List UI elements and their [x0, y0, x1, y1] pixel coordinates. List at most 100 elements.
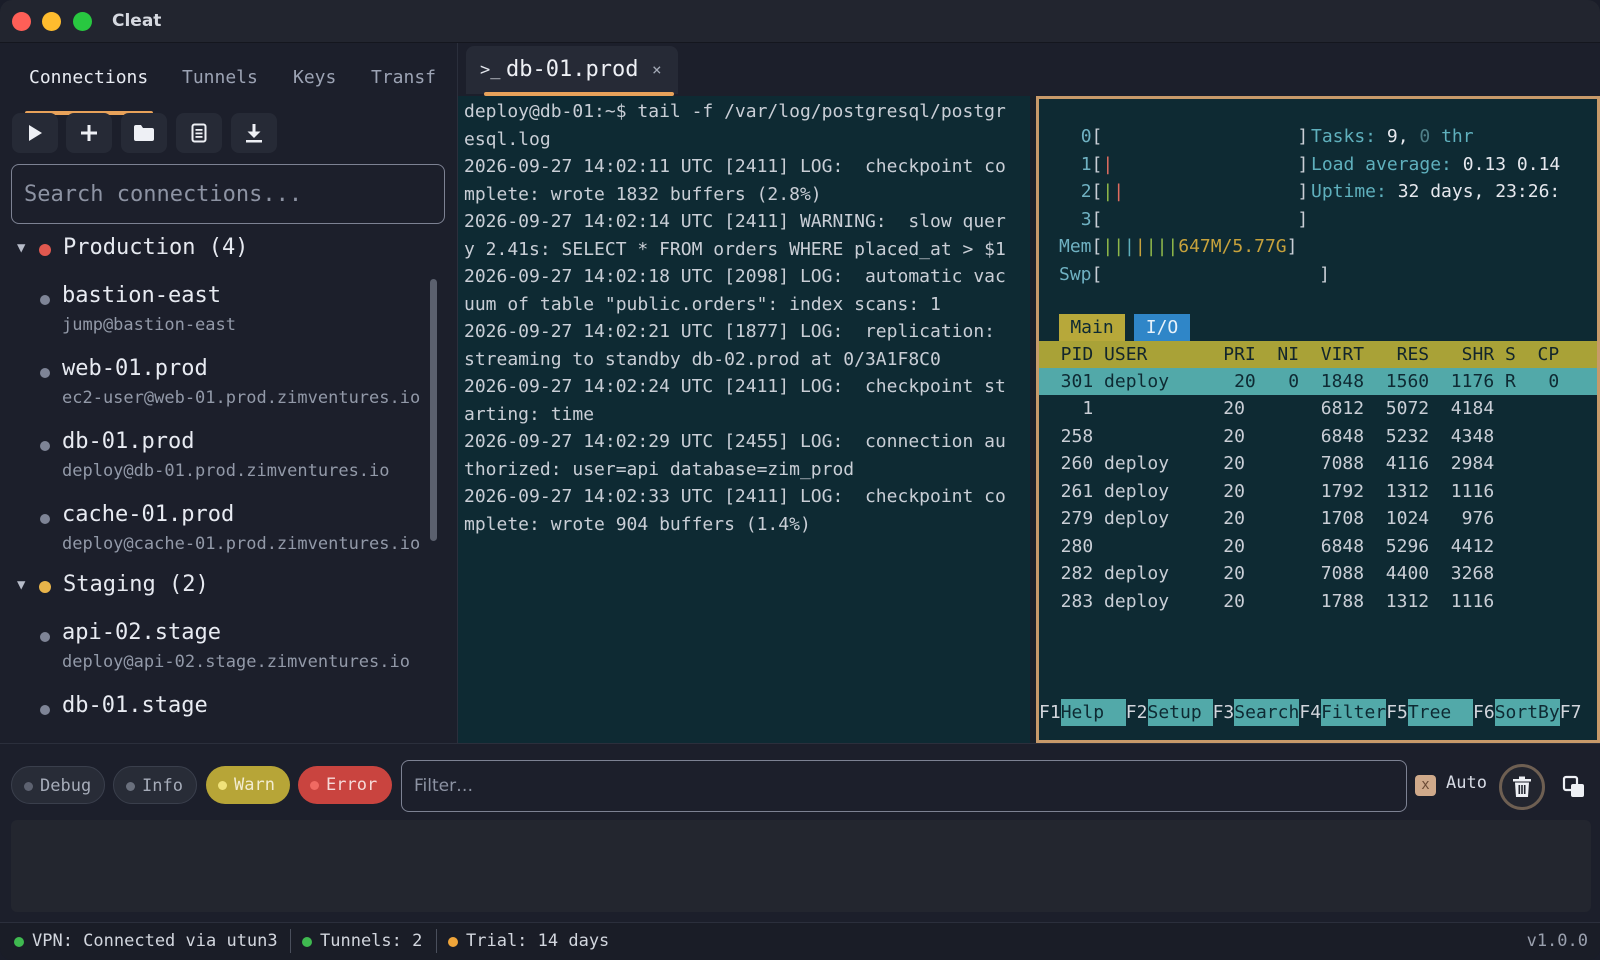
group-label: Staging (2) — [63, 572, 209, 597]
cpu-meter-2: 2[|| ] — [1080, 181, 1309, 202]
group-label: Production (4) — [63, 235, 249, 260]
level-filter-debug[interactable]: Debug — [11, 766, 105, 804]
tab-tunnels[interactable]: Tunnels — [182, 67, 258, 88]
trash-icon — [1513, 776, 1531, 797]
process-row-selected[interactable]: 301 deploy 20 0 1848 1560 1176 R 0 — [1039, 368, 1597, 395]
app-version: v1.0.0 — [1526, 931, 1588, 951]
fkey-number: F2 — [1125, 702, 1148, 723]
auto-scroll-checkbox[interactable]: x — [1415, 775, 1436, 796]
trial-status[interactable]: Trial: 14 days — [466, 931, 609, 951]
level-filter-error[interactable]: Error — [298, 766, 392, 804]
process-row[interactable]: 282 deploy 20 7088 4400 3268 — [1039, 560, 1494, 587]
fkey-number: F3 — [1212, 702, 1235, 723]
group-production[interactable]: ▼ Production (4) — [0, 233, 420, 267]
terminal-pane-left[interactable]: deploy@db-01:~$ tail -f /var/log/postgre… — [458, 96, 1030, 743]
zoom-window-button[interactable] — [73, 12, 92, 31]
add-folder-button[interactable] — [121, 113, 167, 153]
sidebar: Connections Tunnels Keys Transf Search c… — [0, 43, 458, 743]
sidebar-scrollbar[interactable] — [430, 279, 437, 541]
close-icon[interactable]: × — [652, 60, 662, 79]
htop-tab-main[interactable]: Main — [1059, 314, 1125, 341]
process-row[interactable]: 283 deploy 20 1788 1312 1116 — [1039, 588, 1494, 615]
terminal-line: 2026-09-27 14:02:11 UTC [2411] LOG: chec… — [464, 156, 1006, 177]
process-row[interactable]: 280 20 6848 5296 4412 — [1039, 533, 1494, 560]
fkey-tree-button[interactable]: Tree — [1407, 699, 1473, 726]
cpu-meter-0: 0[ ] — [1080, 126, 1309, 147]
tasks-readout: Tasks: 9, 0 thr — [1311, 126, 1474, 147]
terminal-line: thorized: user=api database=zim_prod — [464, 458, 855, 480]
host-name: api-02.stage — [62, 620, 221, 645]
minimize-window-button[interactable] — [42, 12, 61, 31]
process-row[interactable]: 279 deploy 20 1708 1024 976 — [1039, 505, 1494, 532]
tab-connections[interactable]: Connections — [29, 67, 148, 88]
swap-meter: Swp[ ] — [1059, 263, 1330, 285]
fkey-sortby-button[interactable]: SortBy — [1494, 699, 1560, 726]
host-item-db-01-stage[interactable]: db-01.stage — [0, 693, 430, 743]
trial-status-dot — [448, 937, 458, 947]
chevron-down-icon[interactable]: ▼ — [17, 577, 25, 593]
level-filter-info[interactable]: Info — [113, 766, 197, 804]
level-dot — [218, 781, 227, 790]
group-status-dot — [39, 581, 51, 593]
terminal-line: 2026-09-27 14:02:18 UTC [2098] LOG: auto… — [464, 266, 1006, 287]
connect-button[interactable] — [12, 113, 58, 153]
log-panel[interactable] — [11, 820, 1591, 912]
process-row[interactable]: 261 deploy 20 1792 1312 1116 — [1039, 478, 1494, 505]
uptime-readout: Uptime: 32 days, 23:26: — [1311, 181, 1561, 202]
htop-tab-io[interactable]: I/O — [1134, 314, 1190, 341]
process-table-header: PID USER PRI NI VIRT RES SHR S CP — [1039, 341, 1597, 368]
level-label: Error — [326, 775, 378, 795]
terminal-line: mplete: wrote 904 buffers (1.4%) — [464, 513, 811, 535]
fkey-setup-button[interactable]: Setup — [1147, 699, 1213, 726]
log-filter-input[interactable] — [401, 760, 1407, 812]
group-staging[interactable]: ▼ Staging (2) — [0, 570, 420, 604]
close-window-button[interactable] — [12, 12, 31, 31]
tab-db-01-prod[interactable]: >_ db-01.prod × — [466, 46, 678, 96]
copy-logs-button[interactable] — [1557, 770, 1591, 804]
search-connections-input[interactable] — [11, 164, 445, 224]
process-row[interactable]: 1 20 6812 5072 4184 — [1039, 395, 1494, 422]
plus-icon — [81, 125, 97, 141]
terminal-line: esql.log — [464, 128, 551, 150]
chevron-down-icon[interactable]: ▼ — [17, 240, 25, 256]
clear-logs-button[interactable] — [1499, 764, 1545, 810]
level-label: Info — [142, 776, 183, 796]
level-filter-warn[interactable]: Warn — [206, 766, 290, 804]
host-item-cache-01-prod[interactable]: cache-01.prod deploy@cache-01.prod.zimve… — [0, 502, 430, 572]
tab-transfers[interactable]: Transf — [371, 67, 436, 88]
fkey-number: F1 — [1039, 702, 1061, 723]
host-item-api-02-stage[interactable]: api-02.stage deploy@api-02.stage.zimvent… — [0, 620, 430, 690]
terminal-line: 2026-09-27 14:02:29 UTC [2455] LOG: conn… — [464, 431, 1006, 452]
fkey-help-button[interactable]: Help — [1060, 699, 1126, 726]
cpu-meter-3: 3[ ] — [1080, 208, 1309, 230]
vpn-status[interactable]: VPN: Connected via utun3 — [32, 931, 278, 951]
host-item-db-01-prod[interactable]: db-01.prod deploy@db-01.prod.zimventures… — [0, 429, 430, 499]
terminal-pane-right[interactable]: 0[ ] 1[| ] 2[|| ] 3[ ] Mem[|||||||647M/5… — [1036, 96, 1600, 743]
host-item-web-01-prod[interactable]: web-01.prod ec2-user@web-01.prod.zimvent… — [0, 356, 430, 426]
level-dot — [24, 782, 33, 791]
sidebar-tabs: Connections Tunnels Keys Transf — [0, 57, 457, 115]
copy-icon — [1562, 775, 1584, 797]
host-address: deploy@db-01.prod.zimventures.io — [62, 461, 390, 481]
terminal-area: >_ db-01.prod × deploy@db-01:~$ tail -f … — [458, 43, 1600, 743]
terminal-line: 2026-09-27 14:02:14 UTC [2411] WARNING: … — [464, 211, 1006, 232]
add-connection-button[interactable] — [66, 113, 112, 153]
host-name: db-01.prod — [62, 429, 195, 454]
host-name: db-01.stage — [62, 693, 208, 718]
host-address: deploy@cache-01.prod.zimventures.io — [62, 534, 421, 554]
download-button[interactable] — [231, 113, 277, 153]
terminal-tab-label: db-01.prod — [506, 57, 639, 82]
fkey-filter-button[interactable]: Filter — [1321, 699, 1387, 726]
process-row[interactable]: 258 20 6848 5232 4348 — [1039, 423, 1494, 450]
terminal-line: 2026-09-27 14:02:21 UTC [1877] LOG: repl… — [464, 321, 996, 342]
host-item-bastion-east[interactable]: bastion-east jump@bastion-east — [0, 283, 430, 353]
terminal-line: mplete: wrote 1832 buffers (2.8%) — [464, 183, 822, 205]
tunnels-status[interactable]: Tunnels: 2 — [320, 931, 422, 951]
process-row[interactable]: 260 deploy 20 7088 4116 2984 — [1039, 450, 1494, 477]
title-bar: Cleat — [0, 0, 1600, 43]
auto-scroll-label: Auto — [1446, 773, 1487, 793]
import-config-button[interactable] — [176, 113, 222, 153]
connection-tree: ▼ Production (4) bastion-east jump@basti… — [0, 233, 430, 743]
fkey-search-button[interactable]: Search — [1234, 699, 1300, 726]
tab-keys[interactable]: Keys — [293, 67, 336, 88]
